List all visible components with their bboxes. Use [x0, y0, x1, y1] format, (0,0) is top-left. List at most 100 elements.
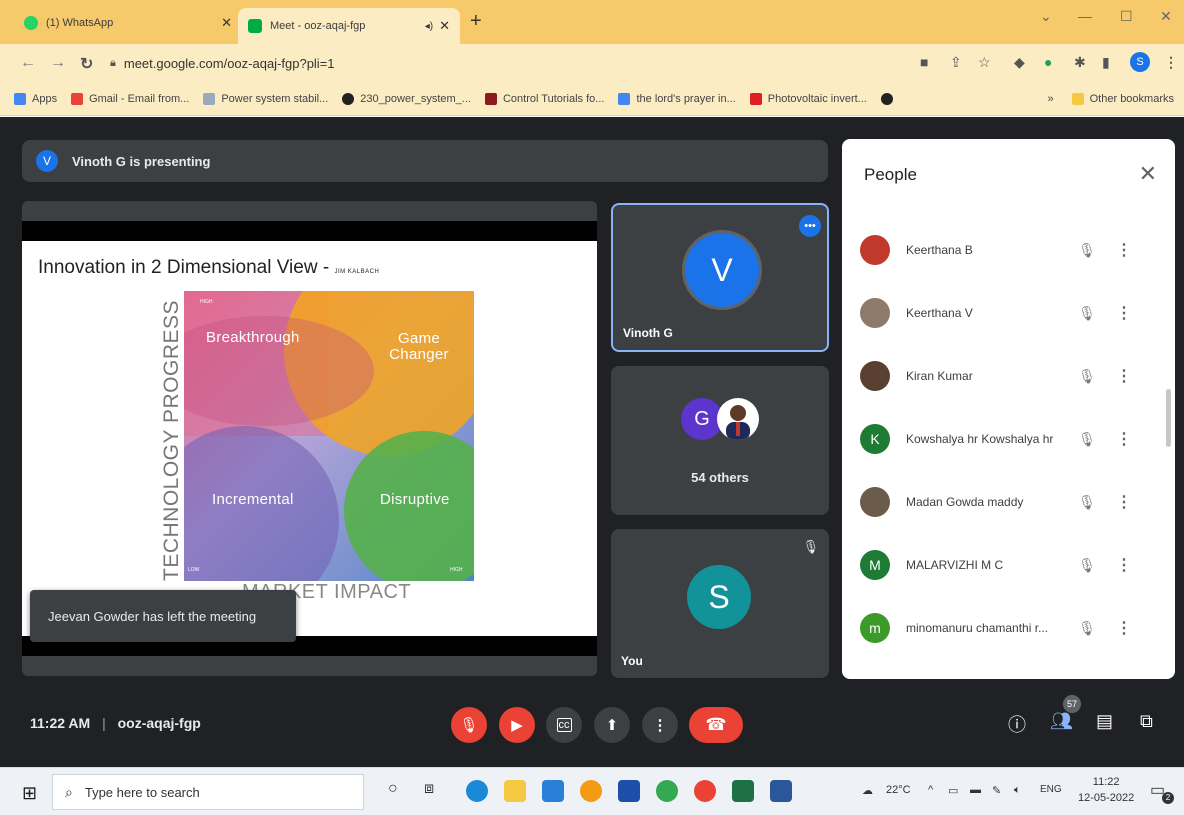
more-options-button[interactable]: ⋮: [642, 707, 678, 743]
side-panel-icon[interactable]: ▮: [1102, 54, 1110, 71]
more-options-icon[interactable]: ⋮: [1114, 492, 1134, 512]
chrome-icon[interactable]: [656, 780, 678, 802]
present-icon: ⬆: [605, 717, 619, 734]
close-icon[interactable]: ✕: [1139, 161, 1157, 187]
word-icon[interactable]: [770, 780, 792, 802]
participant-row[interactable]: m minomanuru chamanthi r... 🎙︎ ⋮: [860, 608, 1150, 648]
others-count-label: 54 others: [691, 470, 749, 485]
bookmark-control-tutorials[interactable]: Control Tutorials fo...: [484, 92, 604, 105]
maximize-button[interactable]: ☐: [1120, 8, 1133, 25]
bookmark-lords-prayer[interactable]: the lord's prayer in...: [618, 92, 736, 105]
close-window-button[interactable]: ✕: [1160, 8, 1172, 25]
task-view-icon[interactable]: ⧈: [424, 780, 434, 798]
minimize-button[interactable]: —: [1078, 8, 1092, 24]
captions-icon: cc: [556, 718, 572, 732]
participant-tile-others[interactable]: G 54 others: [611, 366, 829, 515]
battery-icon[interactable]: ▬: [970, 784, 981, 796]
divider: |: [102, 715, 106, 731]
app-icon[interactable]: [618, 780, 640, 802]
chat-icon[interactable]: ▤: [1096, 711, 1113, 732]
participant-row[interactable]: Keerthana V 🎙︎ ⋮: [860, 293, 1150, 333]
participant-tile-presenter[interactable]: V ••• Vinoth G: [611, 203, 829, 352]
quadrant-breakthrough: Breakthrough: [206, 329, 300, 346]
puzzle-icon[interactable]: ✱: [1074, 54, 1086, 71]
bookmark-apps[interactable]: Apps: [14, 92, 57, 105]
participant-avatar: [860, 298, 890, 328]
extension-green-icon[interactable]: ●: [1044, 54, 1052, 70]
people-scrollbar[interactable]: [1166, 389, 1171, 447]
info-icon[interactable]: ⓘ: [1008, 711, 1026, 737]
presenter-tile-avatar: V: [685, 233, 759, 307]
mic-off-button[interactable]: 🎙︎: [451, 707, 487, 743]
participant-row[interactable]: M MALARVIZHI M C 🎙︎ ⋮: [860, 545, 1150, 585]
reload-icon[interactable]: ↻: [80, 54, 93, 74]
participant-row[interactable]: Kiran Kumar 🎙︎ ⋮: [860, 356, 1150, 396]
tab-meet[interactable]: Meet - ooz-aqaj-fgp ◂) ✕: [238, 8, 460, 44]
bookmarks-overflow-icon[interactable]: »: [1048, 93, 1054, 105]
close-tab-icon[interactable]: ✕: [439, 18, 450, 34]
search-icon: ⌕: [65, 783, 73, 800]
volume-icon[interactable]: 🔈︎: [1014, 784, 1021, 797]
forward-icon[interactable]: →: [50, 54, 66, 72]
participant-row[interactable]: Keerthana B 🎙︎ ⋮: [860, 230, 1150, 270]
participant-row[interactable]: Madan Gowda maddy 🎙︎ ⋮: [860, 482, 1150, 522]
other-bookmarks[interactable]: Other bookmarks: [1071, 92, 1174, 105]
bookmark-230-power-system[interactable]: 230_power_system_...: [342, 92, 471, 105]
taskbar-clock[interactable]: 11:22 12-05-2022: [1078, 774, 1134, 806]
cortana-icon[interactable]: ○: [388, 780, 398, 798]
menu-icon[interactable]: ⋮: [1164, 54, 1178, 71]
back-icon[interactable]: ←: [20, 54, 36, 72]
audio-icon[interactable]: ◂): [425, 21, 433, 32]
taskbar-search[interactable]: ⌕ Type here to search: [52, 774, 364, 810]
presenting-banner: V Vinoth G is presenting: [22, 140, 828, 182]
chrome-profile-icon[interactable]: [694, 780, 716, 802]
bookmark-github[interactable]: [880, 92, 899, 105]
language-indicator[interactable]: ENG: [1040, 784, 1062, 795]
excel-icon[interactable]: [732, 780, 754, 802]
camera-in-use-icon[interactable]: ■: [920, 54, 928, 70]
more-options-icon[interactable]: ⋮: [1114, 555, 1134, 575]
network-icon[interactable]: ▭: [948, 784, 958, 797]
star-icon[interactable]: ☆: [978, 54, 991, 71]
file-explorer-icon[interactable]: [504, 780, 526, 802]
windows-start-icon[interactable]: ⊞: [22, 783, 37, 804]
profile-avatar[interactable]: S: [1130, 52, 1150, 72]
leave-call-button[interactable]: ☎: [689, 707, 743, 743]
control-tutorials-icon: [484, 92, 497, 105]
close-tab-icon[interactable]: ✕: [221, 15, 232, 31]
presenting-text: Vinoth G is presenting: [72, 153, 211, 169]
meet-icon: [248, 19, 262, 33]
participant-tile-you[interactable]: 🎙︎ S You: [611, 529, 829, 678]
pen-icon[interactable]: ✎: [992, 784, 1001, 797]
bookmark-gmail[interactable]: Gmail - Email from...: [71, 92, 189, 105]
chevron-down-icon[interactable]: ⌄: [1040, 8, 1052, 25]
present-now-button[interactable]: ⬆: [594, 707, 630, 743]
bookmark-photovoltaic[interactable]: Photovoltaic invert...: [749, 92, 867, 105]
bookmark-power-system[interactable]: Power system stabil...: [203, 92, 328, 105]
more-options-icon[interactable]: ⋮: [1114, 618, 1134, 638]
share-icon[interactable]: ⇪: [950, 54, 962, 71]
bookmark-label: Photovoltaic invert...: [767, 92, 867, 105]
edge-icon[interactable]: [466, 780, 488, 802]
weather-icon[interactable]: ☁: [862, 784, 873, 797]
mail-icon[interactable]: [542, 780, 564, 802]
more-options-icon[interactable]: ⋮: [1114, 429, 1134, 449]
more-options-icon[interactable]: •••: [799, 215, 821, 237]
participant-row[interactable]: K Kowshalya hr Kowshalya hr 🎙︎ ⋮: [860, 419, 1150, 459]
activities-icon[interactable]: ⧉: [1140, 711, 1153, 732]
chrome-canary-icon[interactable]: [580, 780, 602, 802]
weather-temperature[interactable]: 22°C: [886, 784, 911, 796]
more-options-icon[interactable]: ⋮: [1114, 303, 1134, 323]
quadrant-incremental: Incremental: [212, 491, 294, 508]
captions-button[interactable]: cc: [546, 707, 582, 743]
lock-icon: 🔒︎: [110, 56, 116, 69]
new-tab-button[interactable]: +: [470, 10, 482, 33]
more-options-icon[interactable]: ⋮: [1114, 366, 1134, 386]
people-icon[interactable]: 👥︎: [1050, 711, 1073, 732]
extension-icon[interactable]: ◆: [1014, 54, 1025, 71]
more-options-icon[interactable]: ⋮: [1114, 240, 1134, 260]
camera-off-button[interactable]: ▶: [499, 707, 535, 743]
tab-whatsapp[interactable]: (1) WhatsApp ✕: [14, 8, 242, 38]
chevron-up-icon[interactable]: ^: [928, 784, 933, 796]
address-bar[interactable]: 🔒︎ meet.google.com/ooz-aqaj-fgp?pli=1: [110, 51, 1000, 75]
